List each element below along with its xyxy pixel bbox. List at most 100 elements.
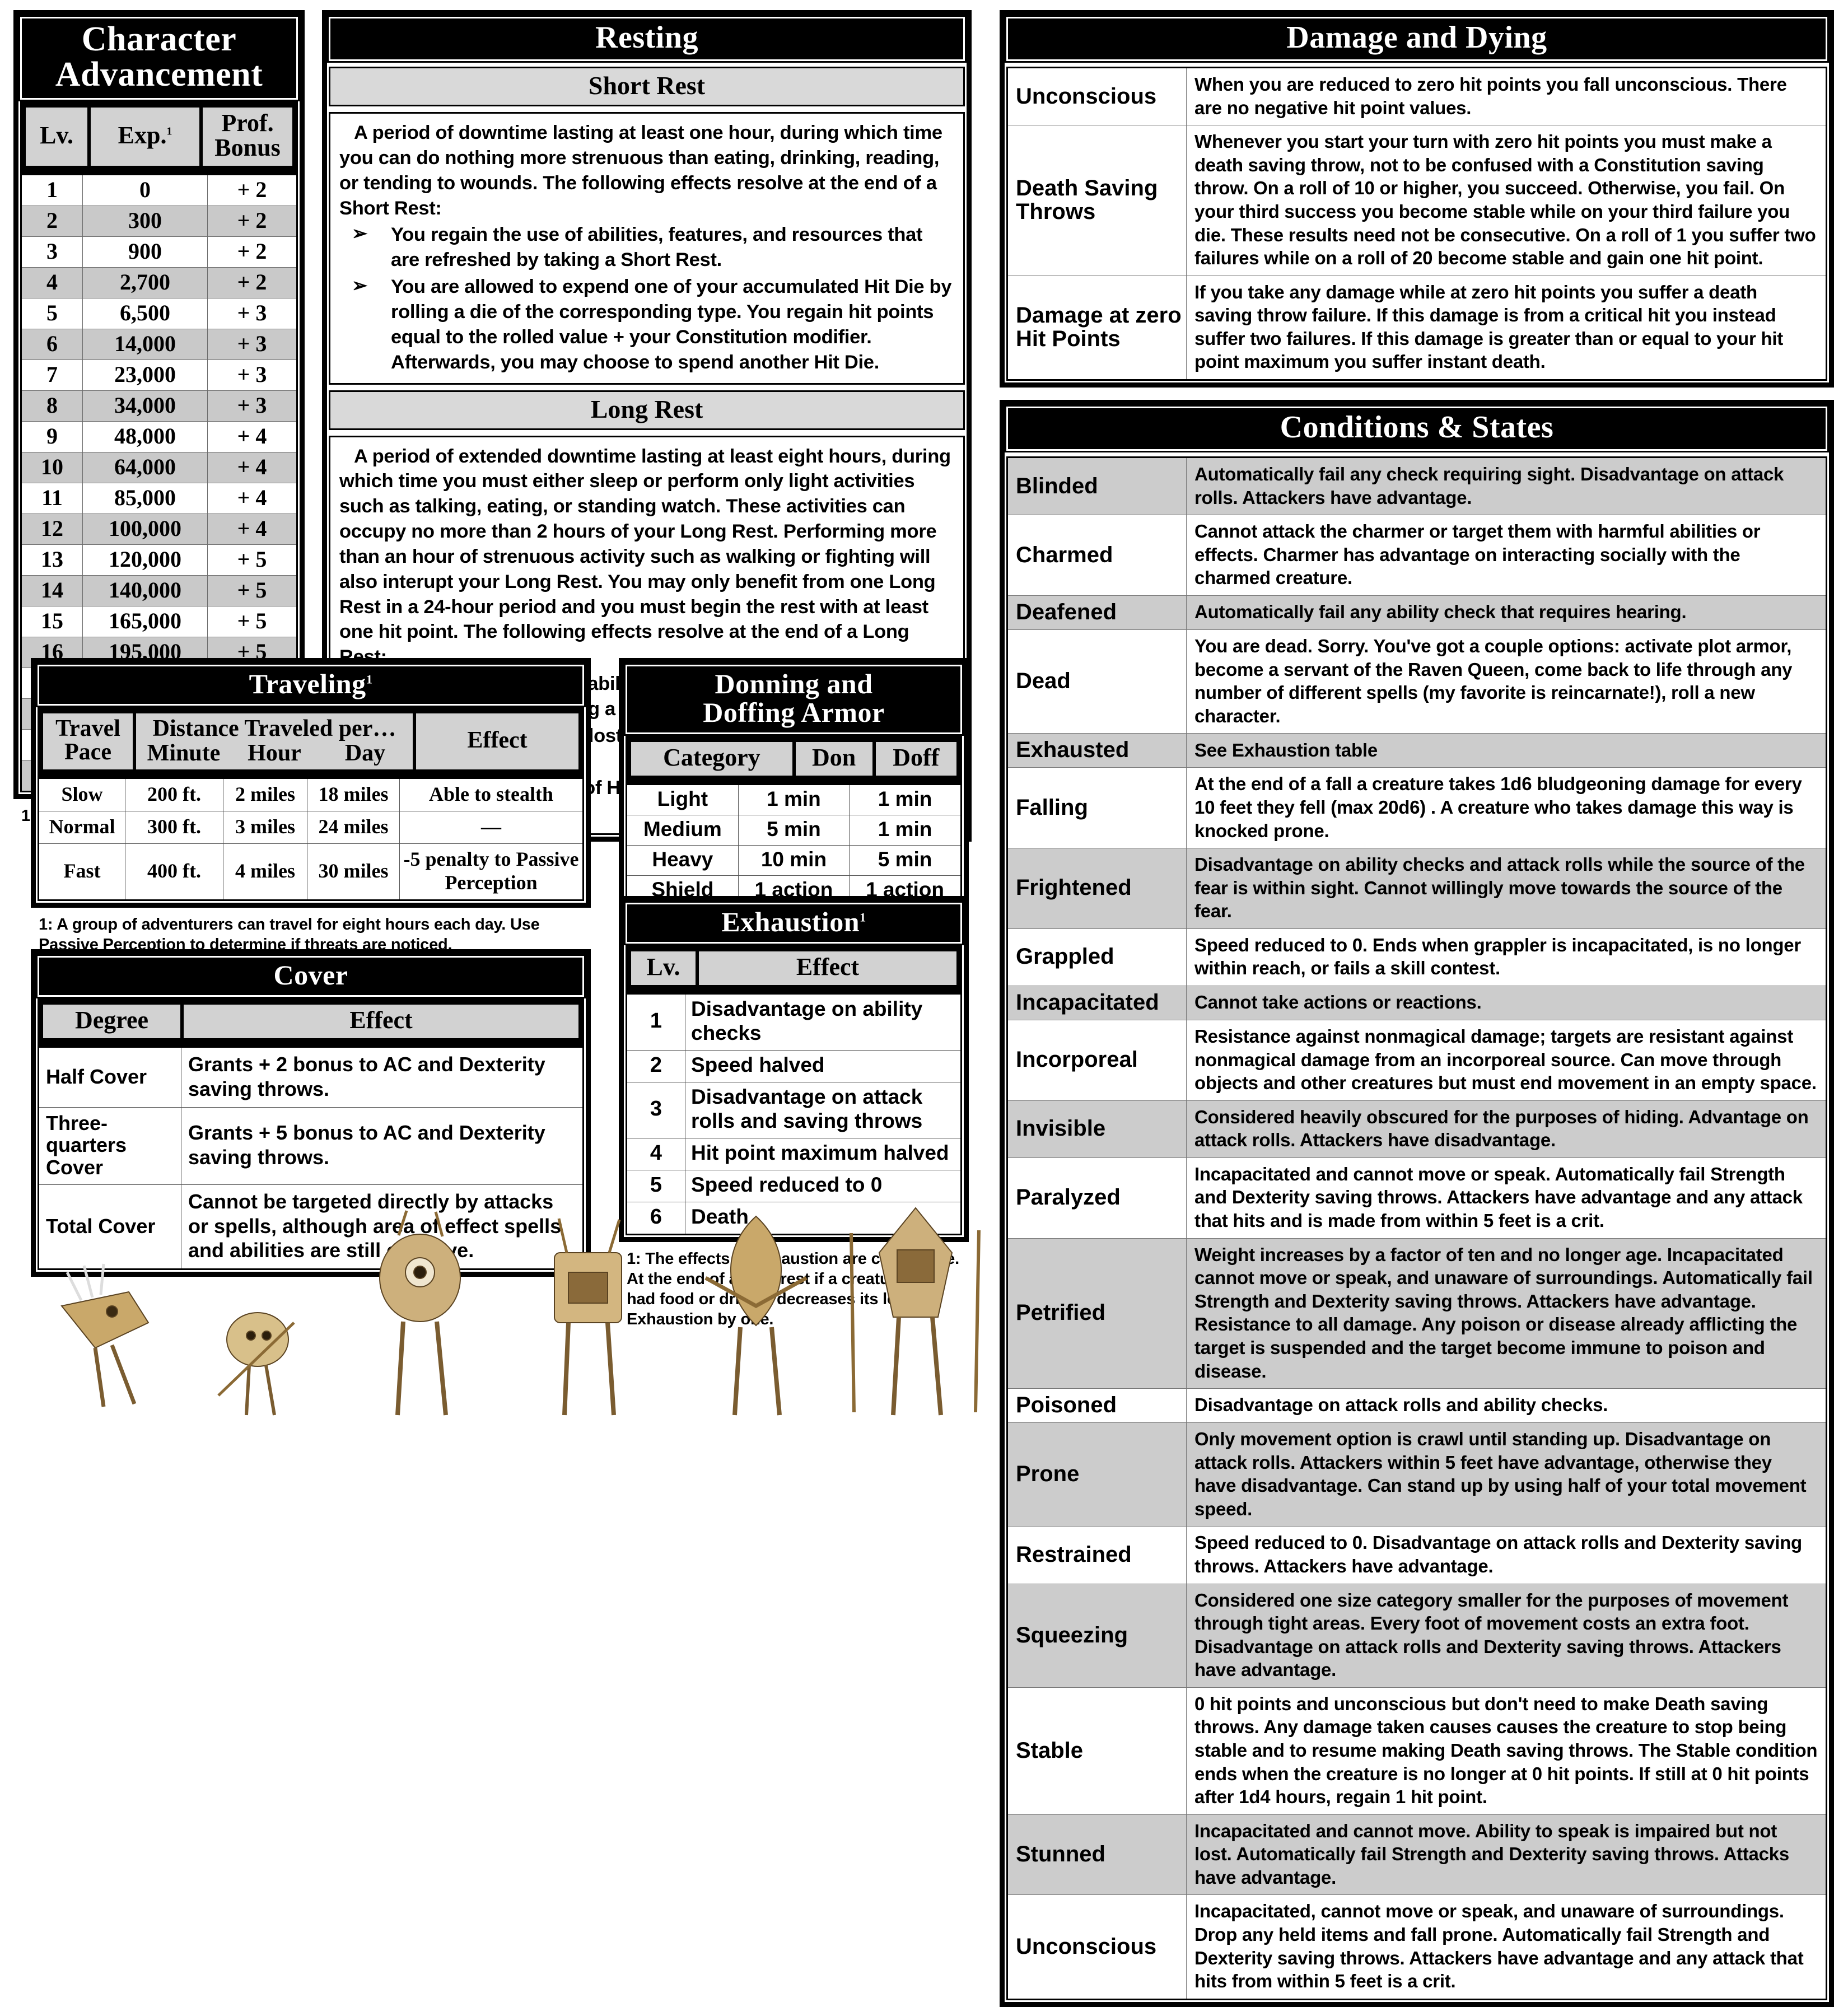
long-rest-intro: A period of extended downtime lasting at… [339, 445, 951, 668]
table-row: 5 Speed reduced to 0 [626, 1169, 962, 1202]
col-header-exh-effect: Effect [699, 951, 956, 985]
cell-pace: Normal [38, 811, 125, 844]
resting-title: Resting [327, 15, 967, 63]
term-cell: Squeezing [1007, 1583, 1187, 1688]
term-cell: Restrained [1007, 1526, 1187, 1584]
table-row: Deafened Automatically fail any ability c… [1007, 595, 1827, 631]
cell-degree: Total Cover [38, 1184, 181, 1270]
table-row: 4 Hit point maximum halved [626, 1137, 962, 1170]
cell-effect: Speed reduced to 0 [685, 1169, 962, 1202]
table-row: 5 6,500 + 3 [21, 298, 297, 330]
cell-effect: Hit point maximum halved [685, 1137, 962, 1170]
table-row: 11 85,000 + 4 [21, 483, 297, 515]
cell-level: 2 [21, 206, 83, 237]
description-cell: If you take any damage while at zero hit… [1186, 275, 1827, 381]
cell-doff: 1 min [849, 815, 962, 846]
col-header-don: Don [795, 742, 872, 776]
table-row: 10 64,000 + 4 [21, 452, 297, 484]
description-cell: Speed reduced to 0. Disadvantage on atta… [1186, 1526, 1827, 1584]
term-cell: Petrified [1007, 1238, 1187, 1389]
cell-minute: 200 ft. [125, 778, 223, 811]
table-row: Poisoned Disadvantage on attack rolls and… [1007, 1388, 1827, 1423]
creature-icon-2 [217, 1312, 295, 1416]
cell-prof: + 3 [207, 390, 297, 422]
description-cell: Automatically fail any check requiring s… [1186, 457, 1827, 516]
traveling-panel: Traveling1 Travel Pace Distance Traveled… [31, 658, 591, 955]
cell-prof: + 5 [207, 606, 297, 638]
cell-minute: 400 ft. [125, 843, 223, 900]
cell-exp: 23,000 [82, 360, 208, 391]
conditions-table: Blinded Automatically fail any check requ… [1006, 456, 1827, 2000]
table-row: Prone Only movement option is crawl until… [1007, 1422, 1827, 1527]
table-row: Petrified Weight increases by a factor of… [1007, 1238, 1827, 1389]
table-row: Paralyzed Incapacitated and cannot move o… [1007, 1157, 1827, 1239]
table-row: Squeezing Considered one size category sm… [1007, 1583, 1827, 1688]
table-row: Half Cover Grants + 2 bonus to AC and Dex… [38, 1047, 584, 1108]
table-row: Normal 300 ft. 3 miles 24 miles — [38, 811, 584, 844]
term-cell: Invisible [1007, 1100, 1187, 1158]
term-cell: Incapacitated [1007, 985, 1187, 1020]
term-cell: Frightened [1007, 848, 1187, 929]
cell-pace: Slow [38, 778, 125, 811]
table-row: 2 300 + 2 [21, 206, 297, 237]
col-header-day: Day [344, 740, 386, 766]
armor-header-row: Category Don Doff [626, 734, 962, 783]
cell-exp: 100,000 [82, 514, 208, 545]
armor-title-line1: Donning and [715, 668, 873, 699]
cell-level: 1 [21, 174, 83, 207]
col-header-cover-effect: Effect [184, 1005, 578, 1038]
traveling-header-row: Travel Pace Distance Traveled per… Minut… [38, 706, 584, 777]
character-advancement-header-row: Lv. Exp.1 Prof. Bonus [20, 100, 298, 174]
cell-effect: Grants + 2 bonus to AC and Dexterity sav… [181, 1047, 584, 1108]
description-cell: When you are reduced to zero hit points … [1186, 67, 1827, 126]
cell-level: 1 [626, 993, 685, 1051]
armor-title: Donning and Doffing Armor [624, 663, 964, 736]
armor-title-line2: Doffing Armor [703, 697, 885, 728]
cell-level: 15 [21, 606, 83, 638]
short-rest-bullets: ➢ You regain the use of abilities, featur… [339, 222, 954, 375]
table-row: Medium 5 min 1 min [626, 815, 962, 846]
armor-panel: Donning and Doffing Armor Category Don D… [619, 658, 969, 914]
cell-don: 1 min [738, 784, 850, 815]
cell-level: 5 [21, 298, 83, 330]
description-cell: Incapacitated and cannot move or speak. … [1186, 1157, 1827, 1239]
cell-level: 5 [626, 1169, 685, 1202]
cover-frame: Cover Degree Effect Half Cover Grants + 2… [31, 949, 591, 1277]
col-header-category: Category [631, 742, 792, 776]
armor-table: Light 1 min 1 min Medium 5 min 1 min Heavy 10 m… [626, 783, 962, 907]
table-row: Light 1 min 1 min [626, 784, 962, 815]
cell-prof: + 5 [207, 575, 297, 607]
traveling-title: Traveling1 [36, 663, 586, 707]
cell-level: 7 [21, 360, 83, 391]
table-row: 1 Disadvantage on ability checks [626, 993, 962, 1051]
col-header-distance-group: Distance Traveled per… Minute Hour Day [136, 713, 413, 769]
col-header-travel-pace: Travel Pace [43, 713, 133, 769]
cell-effect: Able to stealth [399, 778, 584, 811]
cell-minute: 300 ft. [125, 811, 223, 844]
description-cell: Only movement option is crawl until stan… [1186, 1422, 1827, 1527]
table-row: Stunned Incapacitated and cannot move. Ab… [1007, 1814, 1827, 1896]
table-row: Heavy 10 min 5 min [626, 845, 962, 876]
table-row: Stable 0 hit points and unconscious but d… [1007, 1687, 1827, 1815]
exhaustion-footnote-marker: 1 [860, 910, 866, 925]
cell-hour: 4 miles [223, 843, 307, 900]
cover-table: Half Cover Grants + 2 bonus to AC and Dex… [38, 1046, 584, 1271]
table-row: 9 48,000 + 4 [21, 421, 297, 453]
exhaustion-header-row: Lv. Effect [626, 944, 962, 993]
col-header-exh-lv: Lv. [631, 951, 696, 985]
term-cell: Blinded [1007, 457, 1187, 516]
cell-effect: — [399, 811, 584, 844]
cell-exp: 140,000 [82, 575, 208, 607]
cell-exp: 2,700 [82, 267, 208, 299]
cell-exp: 900 [82, 236, 208, 268]
description-cell: Cannot attack the charmer or target them… [1186, 515, 1827, 596]
table-row: 8 34,000 + 3 [21, 390, 297, 422]
table-row: 12 100,000 + 4 [21, 514, 297, 545]
table-row: 13 120,000 + 5 [21, 544, 297, 576]
table-row: Frightened Disadvantage on ability checks… [1007, 848, 1827, 929]
term-cell: Dead [1007, 629, 1187, 734]
table-row: 1 0 + 2 [21, 174, 297, 207]
table-row: Total Cover Cannot be targeted directly b… [38, 1184, 584, 1270]
list-item: ➢ You are allowed to expend one of your a… [339, 274, 954, 375]
exhaustion-table: 1 Disadvantage on ability checks 2 Speed ha… [626, 993, 962, 1235]
